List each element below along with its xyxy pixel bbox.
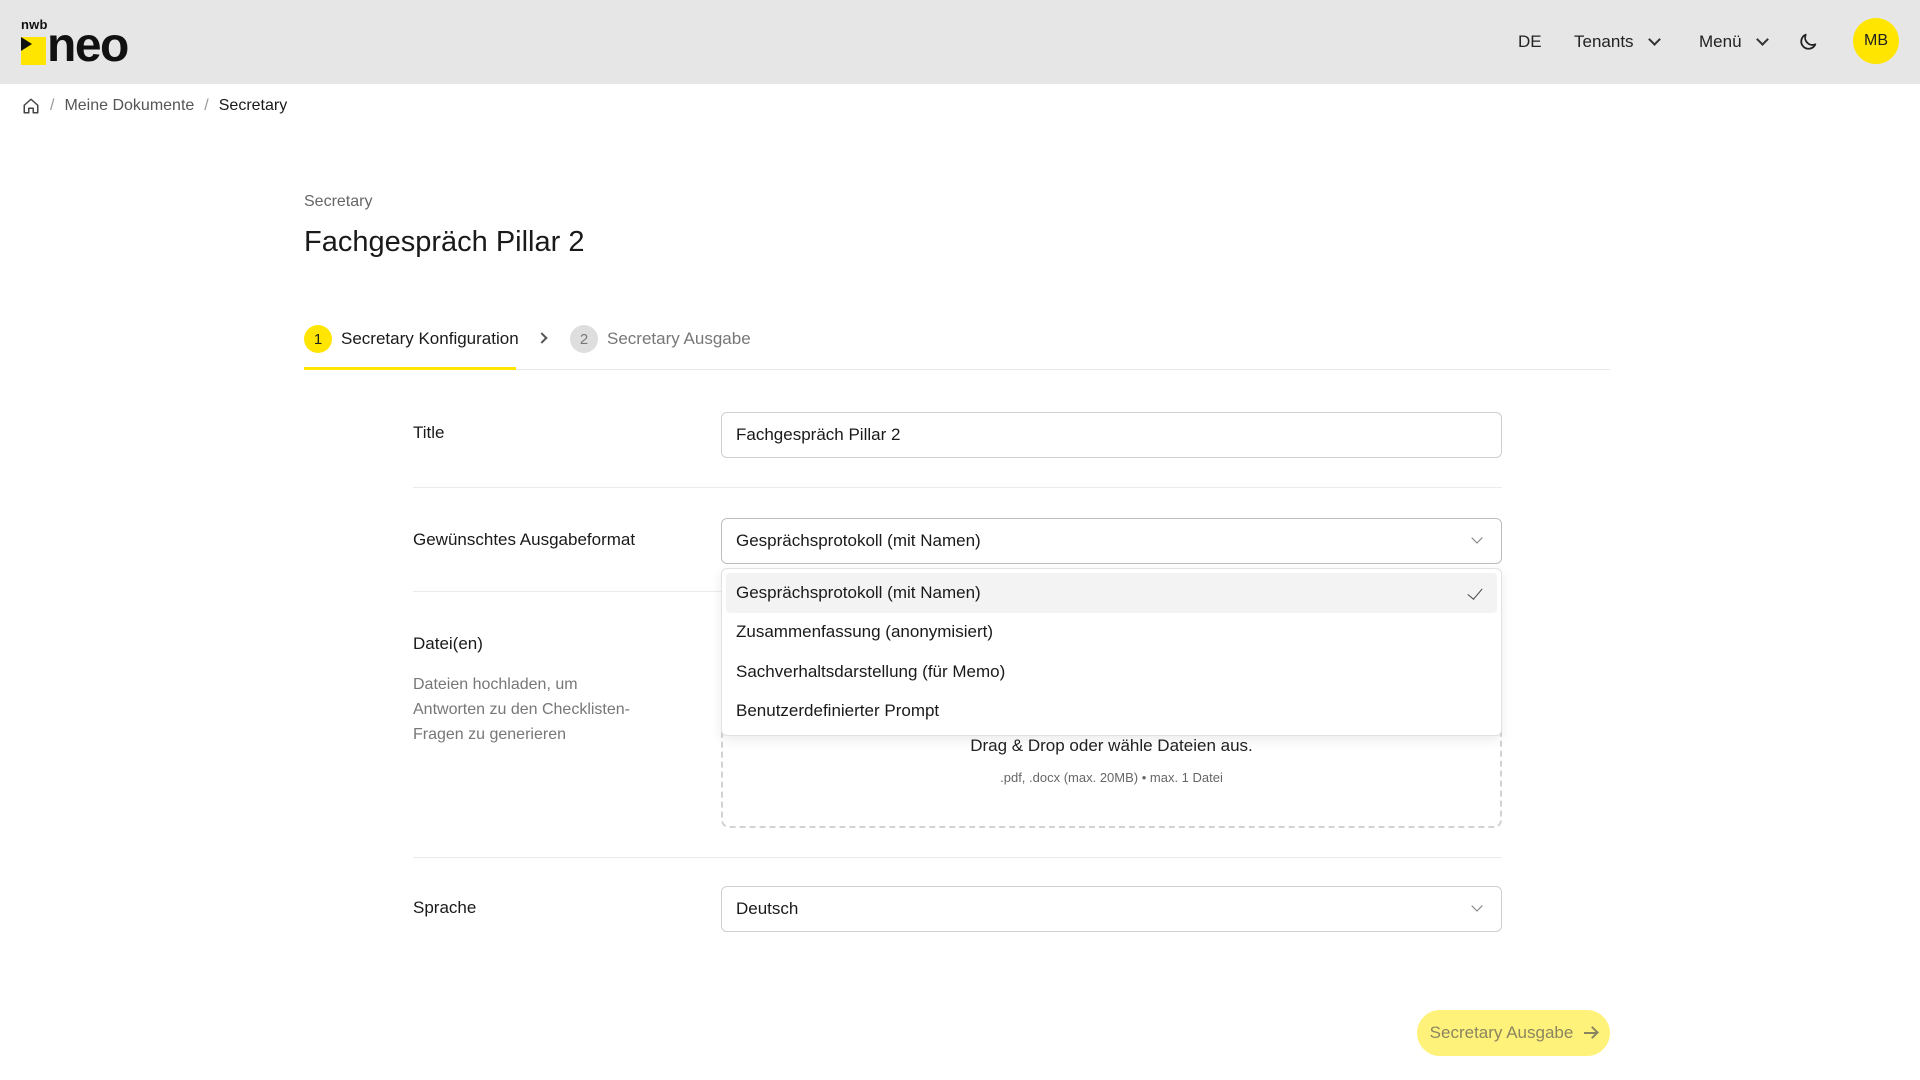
step-konfiguration[interactable]: 1 Secretary Konfiguration: [304, 322, 519, 356]
language-label: Sprache: [413, 898, 477, 917]
title-label: Title: [413, 423, 445, 442]
option-label: Sachverhaltsdarstellung (für Memo): [736, 661, 1006, 681]
divider: [413, 487, 1502, 488]
language-select-value: Deutsch: [736, 899, 799, 918]
step-label: Secretary Konfiguration: [341, 329, 519, 348]
avatar-initials: MB: [1864, 32, 1888, 49]
step-label: Secretary Ausgabe: [607, 329, 751, 348]
tenants-dropdown[interactable]: Tenants: [1574, 0, 1661, 84]
moon-icon[interactable]: [1797, 31, 1819, 53]
chevron-down-icon: [1755, 33, 1769, 46]
user-avatar[interactable]: MB: [1853, 18, 1899, 64]
home-icon[interactable]: [22, 97, 40, 115]
option-label: Zusammenfassung (anonymisiert): [736, 622, 993, 642]
title-input-value: Fachgespräch Pillar 2: [736, 425, 901, 444]
option-label: Benutzerdefinierter Prompt: [736, 701, 940, 721]
title-input[interactable]: Fachgespräch Pillar 2: [721, 412, 1502, 458]
chevron-down-icon: [1471, 532, 1483, 544]
dropzone-hint-text: .pdf, .docx (max. 20MB) • max. 1 Datei: [1000, 770, 1223, 785]
format-select[interactable]: Gesprächsprotokoll (mit Namen): [721, 518, 1502, 564]
arrow-right-icon: [1583, 1026, 1597, 1040]
format-option-sachverhaltsdarstellung[interactable]: Sachverhaltsdarstellung (für Memo): [726, 652, 1497, 692]
chevron-right-icon: [536, 332, 548, 344]
page-eyebrow: Secretary: [304, 193, 373, 210]
stepper: 1 Secretary Konfiguration 2 Secretary Au…: [304, 322, 1610, 370]
format-dropdown-menu: Gesprächsprotokoll (mit Namen) Zusammenf…: [721, 568, 1502, 736]
breadcrumb-item-secretary: Secretary: [218, 97, 288, 114]
divider: [413, 857, 1502, 858]
dropzone-main-text[interactable]: Drag & Drop oder wähle Dateien aus.: [723, 736, 1500, 756]
option-label: Gesprächsprotokoll (mit Namen): [736, 582, 981, 602]
step-ausgabe[interactable]: 2 Secretary Ausgabe: [570, 322, 751, 356]
next-button-label: Secretary Ausgabe: [1429, 1023, 1574, 1042]
format-option-zusammenfassung[interactable]: Zusammenfassung (anonymisiert): [726, 613, 1497, 653]
logo-mark: [21, 37, 46, 65]
logo-main-text: neo: [47, 19, 129, 72]
breadcrumb-item-meine-dokumente[interactable]: Meine Dokumente: [64, 97, 194, 115]
files-label: Datei(en): [413, 634, 483, 653]
secretary-ausgabe-button[interactable]: Secretary Ausgabe: [1417, 1010, 1610, 1056]
nwb-neo-logo[interactable]: nwb neo: [20, 16, 132, 70]
page-title: Fachgespräch Pillar 2: [304, 226, 585, 258]
files-help-text: Dateien hochladen, um Antworten zu den C…: [413, 676, 630, 743]
step-number: 2: [570, 325, 598, 353]
chevron-down-icon: [1471, 900, 1483, 912]
format-label: Gewünschtes Ausgabeformat: [413, 530, 636, 549]
check-icon: [1467, 584, 1483, 600]
language-switcher[interactable]: DE: [1518, 0, 1542, 84]
tenants-label: Tenants: [1574, 32, 1634, 51]
format-option-gespraechsprotokoll[interactable]: Gesprächsprotokoll (mit Namen): [726, 573, 1497, 613]
chevron-down-icon: [1647, 33, 1661, 46]
language-label: DE: [1518, 32, 1542, 51]
breadcrumb: / Meine Dokumente / Secretary: [22, 94, 287, 118]
top-bar: nwb neo DE Tenants Menü MB: [0, 0, 1920, 84]
format-select-value: Gesprächsprotokoll (mit Namen): [736, 531, 981, 550]
menu-label: Menü: [1699, 32, 1742, 51]
language-select[interactable]: Deutsch: [721, 886, 1502, 932]
breadcrumb-separator: /: [50, 97, 55, 114]
active-step-indicator: [304, 367, 516, 370]
logo-small-text: nwb: [21, 17, 48, 32]
menu-dropdown[interactable]: Menü: [1699, 0, 1769, 84]
step-number: 1: [304, 325, 332, 353]
format-option-benutzerdefiniert[interactable]: Benutzerdefinierter Prompt: [726, 692, 1497, 732]
breadcrumb-separator: /: [204, 97, 209, 114]
